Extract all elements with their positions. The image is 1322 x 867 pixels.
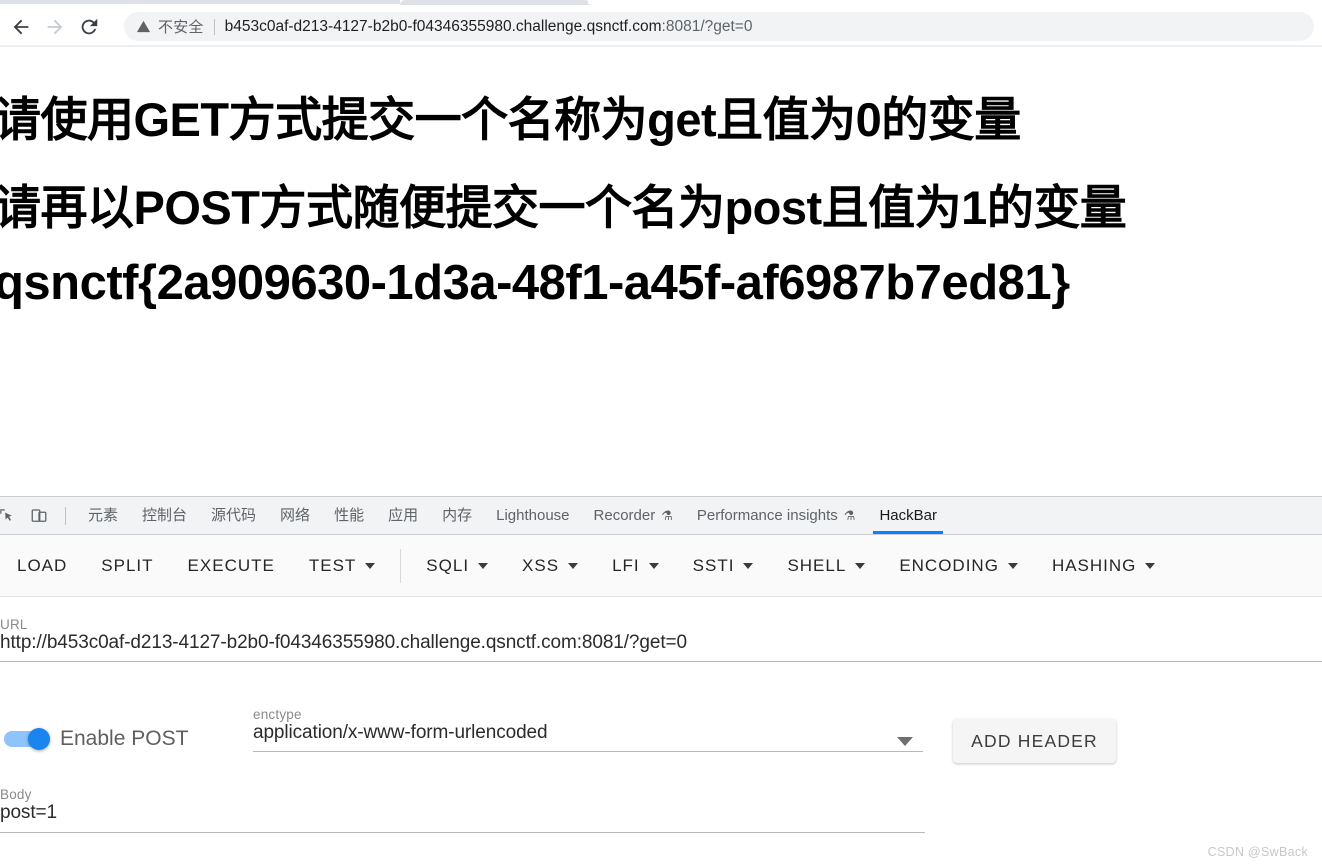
button-label: ADD HEADER <box>971 730 1098 751</box>
tab-label: Lighthouse <box>496 507 570 524</box>
enctype-field-group: enctype application/x-www-form-urlencode… <box>253 707 923 752</box>
url-field-group: URL http://b453c0af-d213-4127-b2b0-f0434… <box>0 617 1322 662</box>
browser-toolbar: 不安全 b453c0af-d213-4127-b2b0-f04346355980… <box>0 8 1322 45</box>
chevron-down-icon[interactable] <box>897 737 913 746</box>
tab-label: Recorder <box>593 507 656 524</box>
tab-elements[interactable]: 元素 <box>76 497 130 534</box>
tab-label: 源代码 <box>211 507 257 524</box>
button-label: TEST <box>308 555 357 575</box>
chevron-down-icon <box>568 562 579 569</box>
tab-memory[interactable]: 内存 <box>430 497 484 534</box>
reload-icon[interactable] <box>72 12 106 42</box>
tab-label: 控制台 <box>142 507 188 524</box>
chevron-down-icon <box>478 562 489 569</box>
button-label: ENCODING <box>899 555 999 575</box>
browser-tab-strip <box>0 0 1322 8</box>
button-label: SHELL <box>787 555 847 575</box>
forward-arrow-icon <box>38 12 72 42</box>
chevron-down-icon <box>365 562 376 569</box>
tab-label: Performance insights <box>696 507 838 524</box>
inspect-element-icon[interactable] <box>0 503 21 529</box>
enable-post-label: Enable POST <box>60 727 189 750</box>
chevron-down-icon <box>1007 562 1018 569</box>
tab-label: 网络 <box>280 507 311 524</box>
hackbar-encoding-menu[interactable]: ENCODING <box>882 546 1035 586</box>
body-input[interactable]: post=1 <box>0 802 925 824</box>
hackbar-hashing-menu[interactable]: HASHING <box>1035 546 1172 586</box>
tab-strip-fill-left <box>0 0 400 4</box>
enctype-field-label: enctype <box>253 707 302 722</box>
hackbar-shell-menu[interactable]: SHELL <box>770 546 882 586</box>
url-field-label: URL <box>0 617 28 632</box>
chevron-down-icon <box>1145 562 1156 569</box>
devtools-toolbar-separator <box>65 506 66 525</box>
button-label: HASHING <box>1051 555 1137 575</box>
experiment-beaker-icon: ⚗ <box>843 508 856 523</box>
tab-strip-fill-right <box>588 0 1322 4</box>
enctype-field-underline <box>253 751 923 752</box>
tab-network[interactable]: 网络 <box>268 497 322 534</box>
body-field-label: Body <box>0 787 32 802</box>
address-bar[interactable]: 不安全 b453c0af-d213-4127-b2b0-f04346355980… <box>124 12 1314 41</box>
tab-performance[interactable]: 性能 <box>322 497 376 534</box>
devtools-panel: 元素 控制台 源代码 网络 性能 应用 内存 Lighthouse Record… <box>0 496 1322 867</box>
flag-text: qsnctf{2a909630-1d3a-48f1-a45f-af6987b7e… <box>0 256 1070 310</box>
hackbar-ssti-menu[interactable]: SSTI <box>676 546 771 586</box>
hackbar-form: URL http://b453c0af-d213-4127-b2b0-f0434… <box>0 597 1322 867</box>
post-settings-row: Enable POST enctype application/x-www-fo… <box>0 707 1322 769</box>
button-label: SSTI <box>692 555 735 575</box>
chevron-down-icon <box>648 562 659 569</box>
tab-label: 应用 <box>388 507 419 524</box>
hackbar-sqli-menu[interactable]: SQLI <box>409 546 505 586</box>
button-label: LOAD <box>17 555 68 575</box>
enable-post-toggle[interactable] <box>4 728 54 750</box>
address-bar-url: b453c0af-d213-4127-b2b0-f04346355980.cha… <box>224 17 753 35</box>
back-arrow-icon[interactable] <box>4 12 38 42</box>
tab-lighthouse[interactable]: Lighthouse <box>484 497 581 534</box>
tab-recorder[interactable]: Recorder ⚗ <box>582 497 685 534</box>
add-header-button[interactable]: ADD HEADER <box>953 719 1116 763</box>
hackbar-toolbar-separator <box>400 548 402 583</box>
body-field-underline <box>0 832 925 833</box>
not-secure-warning-icon[interactable] <box>136 19 151 34</box>
tab-label: 内存 <box>442 507 473 524</box>
page-instruction-post: 请再以POST方式随便提交一个名为post且值为1的变量 <box>0 181 1127 234</box>
hackbar-split-button[interactable]: SPLIT <box>84 546 170 586</box>
page-instruction-get: 请使用GET方式提交一个名称为get且值为0的变量 <box>0 93 1021 146</box>
tab-performance-insights[interactable]: Performance insights ⚗ <box>685 497 868 534</box>
tab-label: 元素 <box>88 507 119 524</box>
button-label: SPLIT <box>101 555 154 575</box>
tab-sources[interactable]: 源代码 <box>199 497 268 534</box>
page-viewport: 请使用GET方式提交一个名称为get且值为0的变量 请再以POST方式随便提交一… <box>0 47 1322 496</box>
button-label: SQLI <box>426 555 470 575</box>
hackbar-test-menu[interactable]: TEST <box>292 546 392 586</box>
button-label: EXECUTE <box>187 555 275 575</box>
button-label: LFI <box>612 555 640 575</box>
omnibox-divider <box>213 18 215 35</box>
toggle-knob <box>28 728 50 750</box>
tab-label: 性能 <box>334 507 365 524</box>
devtools-tabbar: 元素 控制台 源代码 网络 性能 应用 内存 Lighthouse Record… <box>0 497 1322 535</box>
experiment-beaker-icon: ⚗ <box>661 508 673 523</box>
watermark: CSDN @SwBack <box>1207 845 1308 859</box>
security-label: 不安全 <box>158 19 204 36</box>
tab-console[interactable]: 控制台 <box>130 497 199 534</box>
enctype-select[interactable]: application/x-www-form-urlencoded <box>253 722 923 744</box>
chevron-down-icon <box>743 562 754 569</box>
hackbar-lfi-menu[interactable]: LFI <box>595 546 676 586</box>
hackbar-execute-button[interactable]: EXECUTE <box>171 546 292 586</box>
tab-application[interactable]: 应用 <box>376 497 430 534</box>
chevron-down-icon <box>855 562 866 569</box>
hackbar-xss-menu[interactable]: XSS <box>505 546 595 586</box>
button-label: XSS <box>522 555 560 575</box>
body-field-group: Body post=1 <box>0 787 925 833</box>
tab-label: HackBar <box>879 507 937 524</box>
browser-tab[interactable] <box>400 0 590 5</box>
device-toolbar-icon[interactable] <box>25 503 53 529</box>
hackbar-toolbar: LOAD SPLIT EXECUTE TEST SQLI XSS LFI SST… <box>0 535 1322 597</box>
url-field-underline <box>0 661 1322 662</box>
tab-hackbar[interactable]: HackBar <box>867 497 949 534</box>
url-input[interactable]: http://b453c0af-d213-4127-b2b0-f04346355… <box>0 632 1322 654</box>
hackbar-load-button[interactable]: LOAD <box>0 546 84 586</box>
